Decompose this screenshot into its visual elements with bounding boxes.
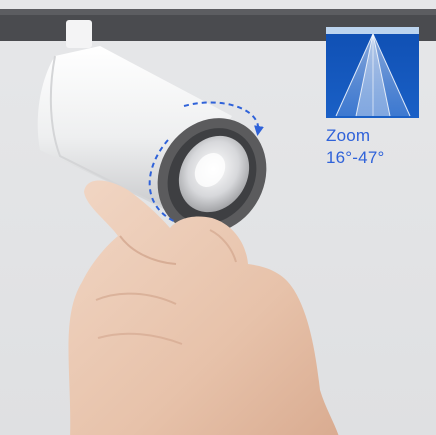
zoom-label: Zoom 16°-47° xyxy=(326,125,384,169)
product-photo: Zoom 16°-47° xyxy=(0,0,436,435)
track-adapter xyxy=(66,20,92,48)
beam-angle-icon xyxy=(326,27,419,118)
photo-scene xyxy=(0,0,436,435)
zoom-title: Zoom xyxy=(326,126,371,145)
zoom-range: 16°-47° xyxy=(326,148,385,167)
